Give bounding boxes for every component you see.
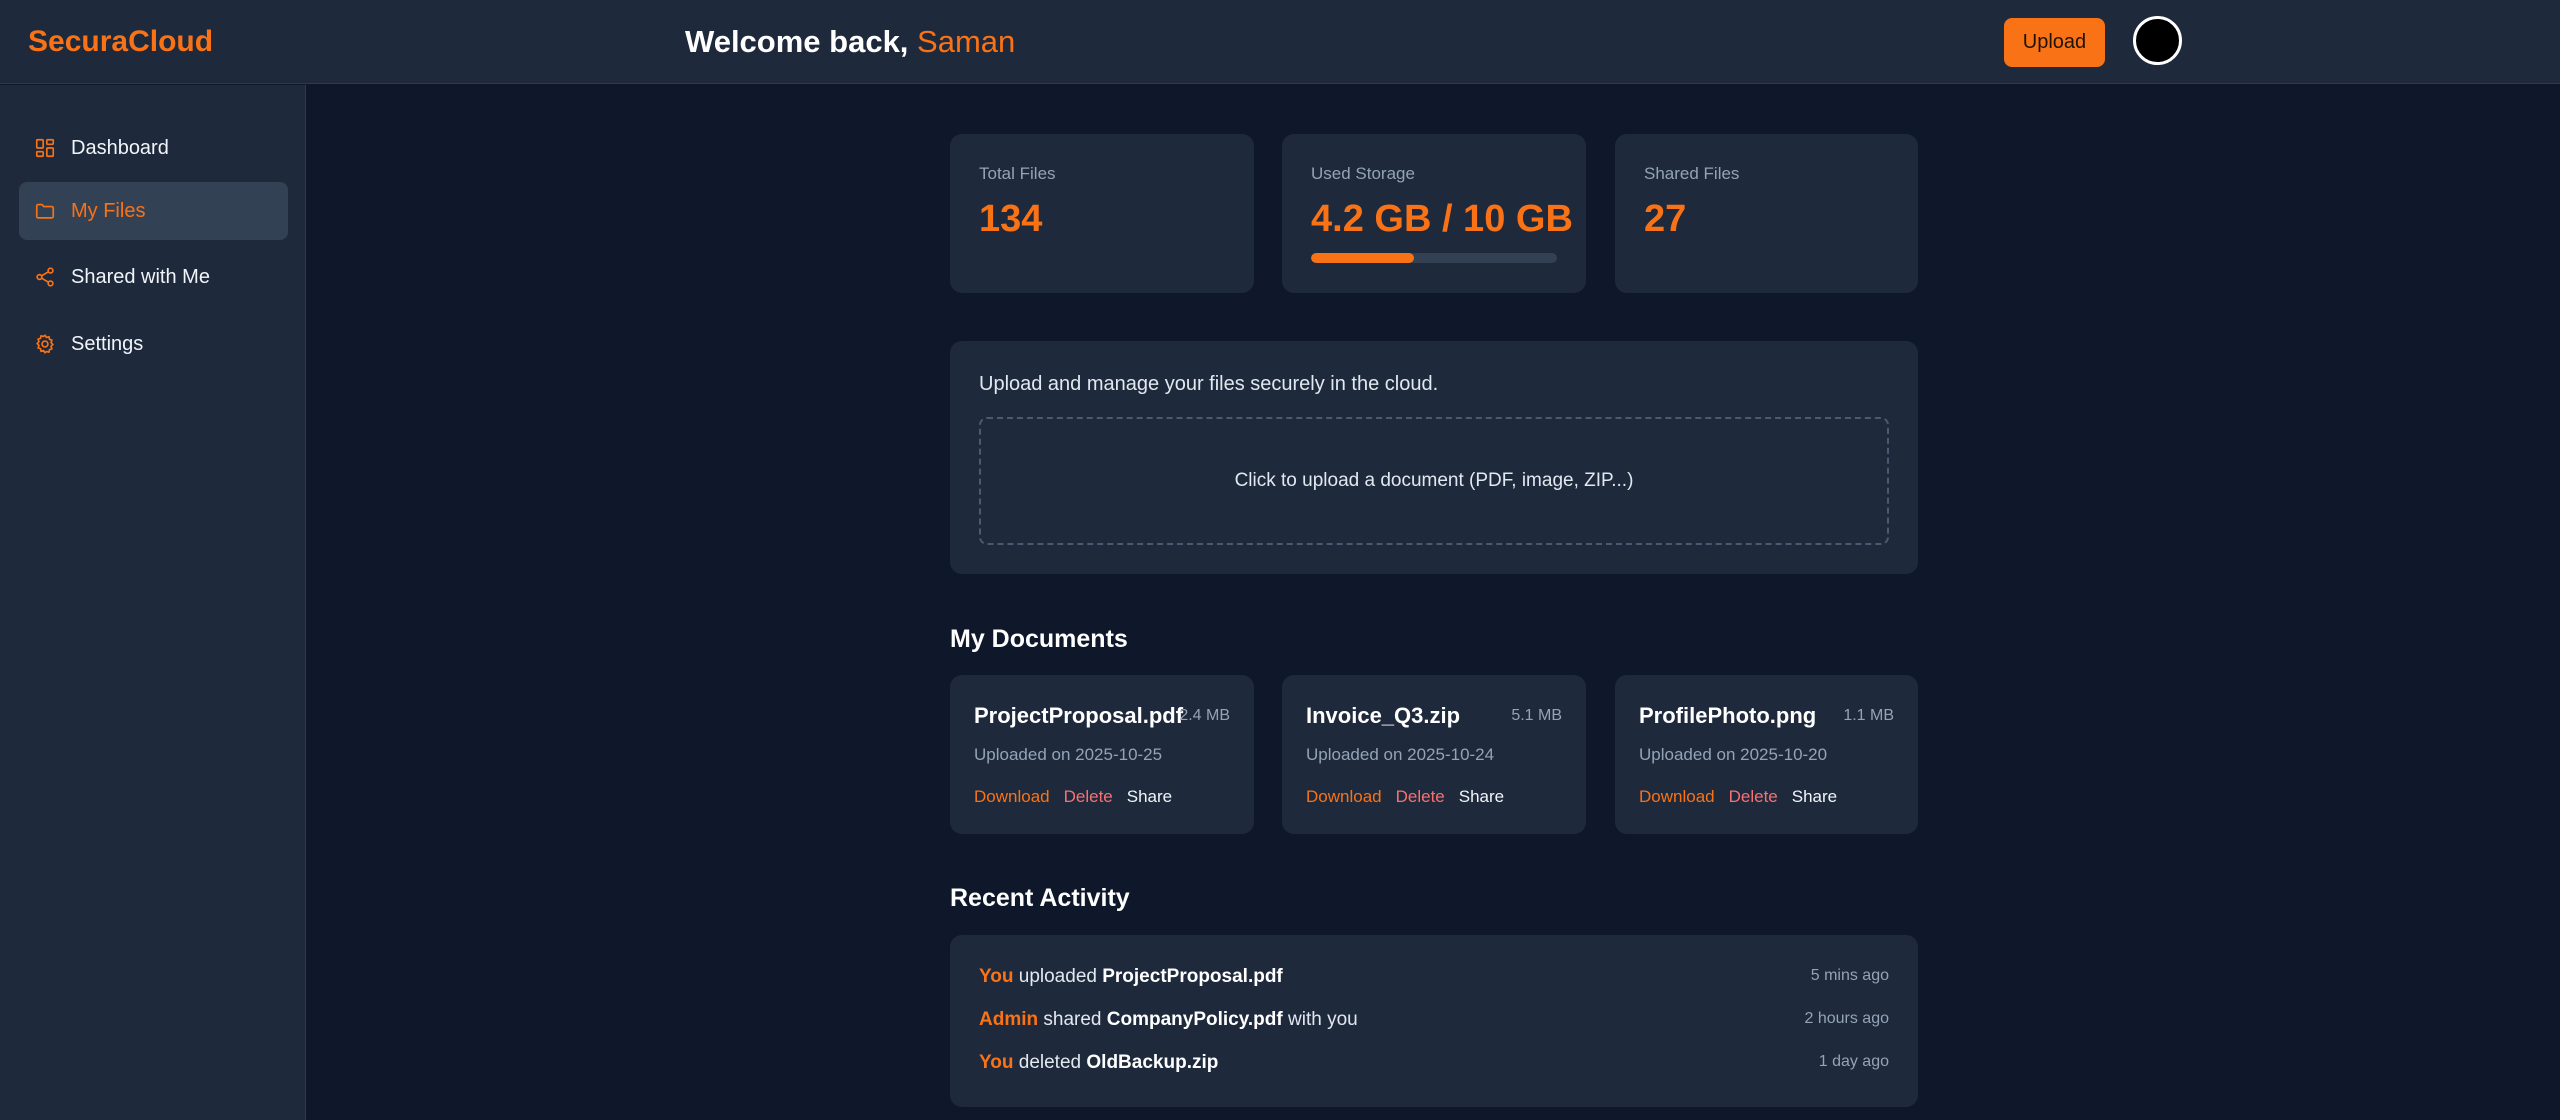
- document-date: Uploaded on 2025-10-20: [1639, 745, 1828, 764]
- share-link[interactable]: Share: [1127, 787, 1172, 806]
- section-title-my-documents: My Documents: [950, 625, 1128, 653]
- sidebar-item-shared-with-me[interactable]: Shared with Me: [19, 248, 288, 306]
- document-name: ProjectProposal.pdf: [974, 703, 1184, 728]
- download-link[interactable]: Download: [1306, 787, 1382, 806]
- upload-button[interactable]: Upload: [2004, 18, 2105, 67]
- download-link[interactable]: Download: [1639, 787, 1715, 806]
- sidebar-item-label: Shared with Me: [71, 265, 210, 288]
- document-date: Uploaded on 2025-10-24: [1306, 745, 1495, 764]
- sidebar-item-my-files[interactable]: My Files: [19, 182, 288, 240]
- activity-suffix: with you: [1282, 1009, 1358, 1030]
- sidebar-item-label: My Files: [71, 199, 146, 222]
- stat-value: 4.2 GB / 10 GB: [1311, 198, 1573, 240]
- activity-actor: You: [979, 966, 1014, 987]
- delete-link[interactable]: Delete: [1729, 787, 1778, 806]
- stat-card-total-files: Total Files 134: [950, 134, 1254, 293]
- stat-label: Used Storage: [1311, 164, 1415, 183]
- sidebar-item-dashboard[interactable]: Dashboard: [19, 119, 288, 177]
- sidebar: Dashboard My Files Shared with Me Settin…: [0, 85, 306, 1120]
- activity-verb: shared: [1038, 1009, 1107, 1030]
- stat-label: Shared Files: [1644, 164, 1740, 183]
- stat-label: Total Files: [979, 164, 1056, 183]
- share-link[interactable]: Share: [1459, 787, 1504, 806]
- activity-file: OldBackup.zip: [1086, 1052, 1219, 1073]
- stat-card-shared-files: Shared Files 27: [1615, 134, 1918, 293]
- section-title-recent-activity: Recent Activity: [950, 884, 1130, 912]
- activity-time: 1 day ago: [1818, 1053, 1889, 1070]
- activity-row: You uploaded ProjectProposal.pdf 5 mins …: [979, 966, 1889, 992]
- document-date: Uploaded on 2025-10-25: [974, 745, 1163, 764]
- share-link[interactable]: Share: [1792, 787, 1837, 806]
- share-icon: [34, 266, 56, 288]
- upload-description: Upload and manage your files securely in…: [979, 373, 1439, 395]
- delete-link[interactable]: Delete: [1064, 787, 1113, 806]
- activity-verb: deleted: [1013, 1052, 1087, 1073]
- activity-time: 2 hours ago: [1804, 1010, 1889, 1027]
- upload-dropzone[interactable]: Click to upload a document (PDF, image, …: [979, 417, 1889, 545]
- document-actions: Download Delete Share: [1639, 787, 1851, 807]
- activity-card: You uploaded ProjectProposal.pdf 5 mins …: [950, 935, 1918, 1107]
- dashboard-grid-icon: [34, 137, 56, 159]
- user-name: Saman: [917, 24, 1016, 59]
- activity-time: 5 mins ago: [1810, 967, 1889, 984]
- document-size: 1.1 MB: [1843, 707, 1894, 724]
- document-size: 5.1 MB: [1511, 707, 1562, 724]
- welcome-prefix: Welcome back,: [685, 24, 918, 59]
- document-actions: Download Delete Share: [1306, 787, 1518, 807]
- stat-value: 27: [1644, 198, 1687, 240]
- welcome-heading: Welcome back, Saman: [685, 24, 1015, 60]
- activity-row: Admin shared CompanyPolicy.pdf with you …: [979, 1009, 1889, 1035]
- activity-actor: You: [979, 1052, 1014, 1073]
- activity-file: CompanyPolicy.pdf: [1106, 1009, 1283, 1030]
- document-name: ProfilePhoto.png: [1639, 703, 1817, 728]
- document-card: Invoice_Q3.zip 5.1 MB Uploaded on 2025-1…: [1282, 675, 1586, 834]
- document-name: Invoice_Q3.zip: [1306, 703, 1461, 728]
- folder-icon: [34, 200, 56, 222]
- activity-file: ProjectProposal.pdf: [1102, 966, 1283, 987]
- brand-logo[interactable]: SecuraCloud: [28, 25, 213, 59]
- document-size: 2.4 MB: [1179, 707, 1230, 724]
- sidebar-item-settings[interactable]: Settings: [19, 315, 288, 373]
- activity-row: You deleted OldBackup.zip 1 day ago: [979, 1052, 1889, 1078]
- activity-verb: uploaded: [1013, 966, 1103, 987]
- document-card: ProjectProposal.pdf 2.4 MB Uploaded on 2…: [950, 675, 1254, 834]
- storage-progress-fill: [1311, 253, 1415, 263]
- top-bar: SecuraCloud Welcome back, Saman Upload: [0, 0, 2560, 84]
- gear-icon: [34, 333, 56, 355]
- stat-card-used-storage: Used Storage 4.2 GB / 10 GB: [1282, 134, 1586, 293]
- upload-card: Upload and manage your files securely in…: [950, 341, 1918, 574]
- document-actions: Download Delete Share: [974, 787, 1186, 807]
- document-card: ProfilePhoto.png 1.1 MB Uploaded on 2025…: [1615, 675, 1918, 834]
- stat-value: 134: [979, 198, 1043, 240]
- storage-progress-bar: [1311, 253, 1557, 263]
- download-link[interactable]: Download: [974, 787, 1050, 806]
- sidebar-item-label: Dashboard: [71, 136, 169, 159]
- avatar[interactable]: [2133, 16, 2182, 65]
- sidebar-item-label: Settings: [71, 332, 144, 355]
- delete-link[interactable]: Delete: [1396, 787, 1445, 806]
- activity-actor: Admin: [979, 1009, 1039, 1030]
